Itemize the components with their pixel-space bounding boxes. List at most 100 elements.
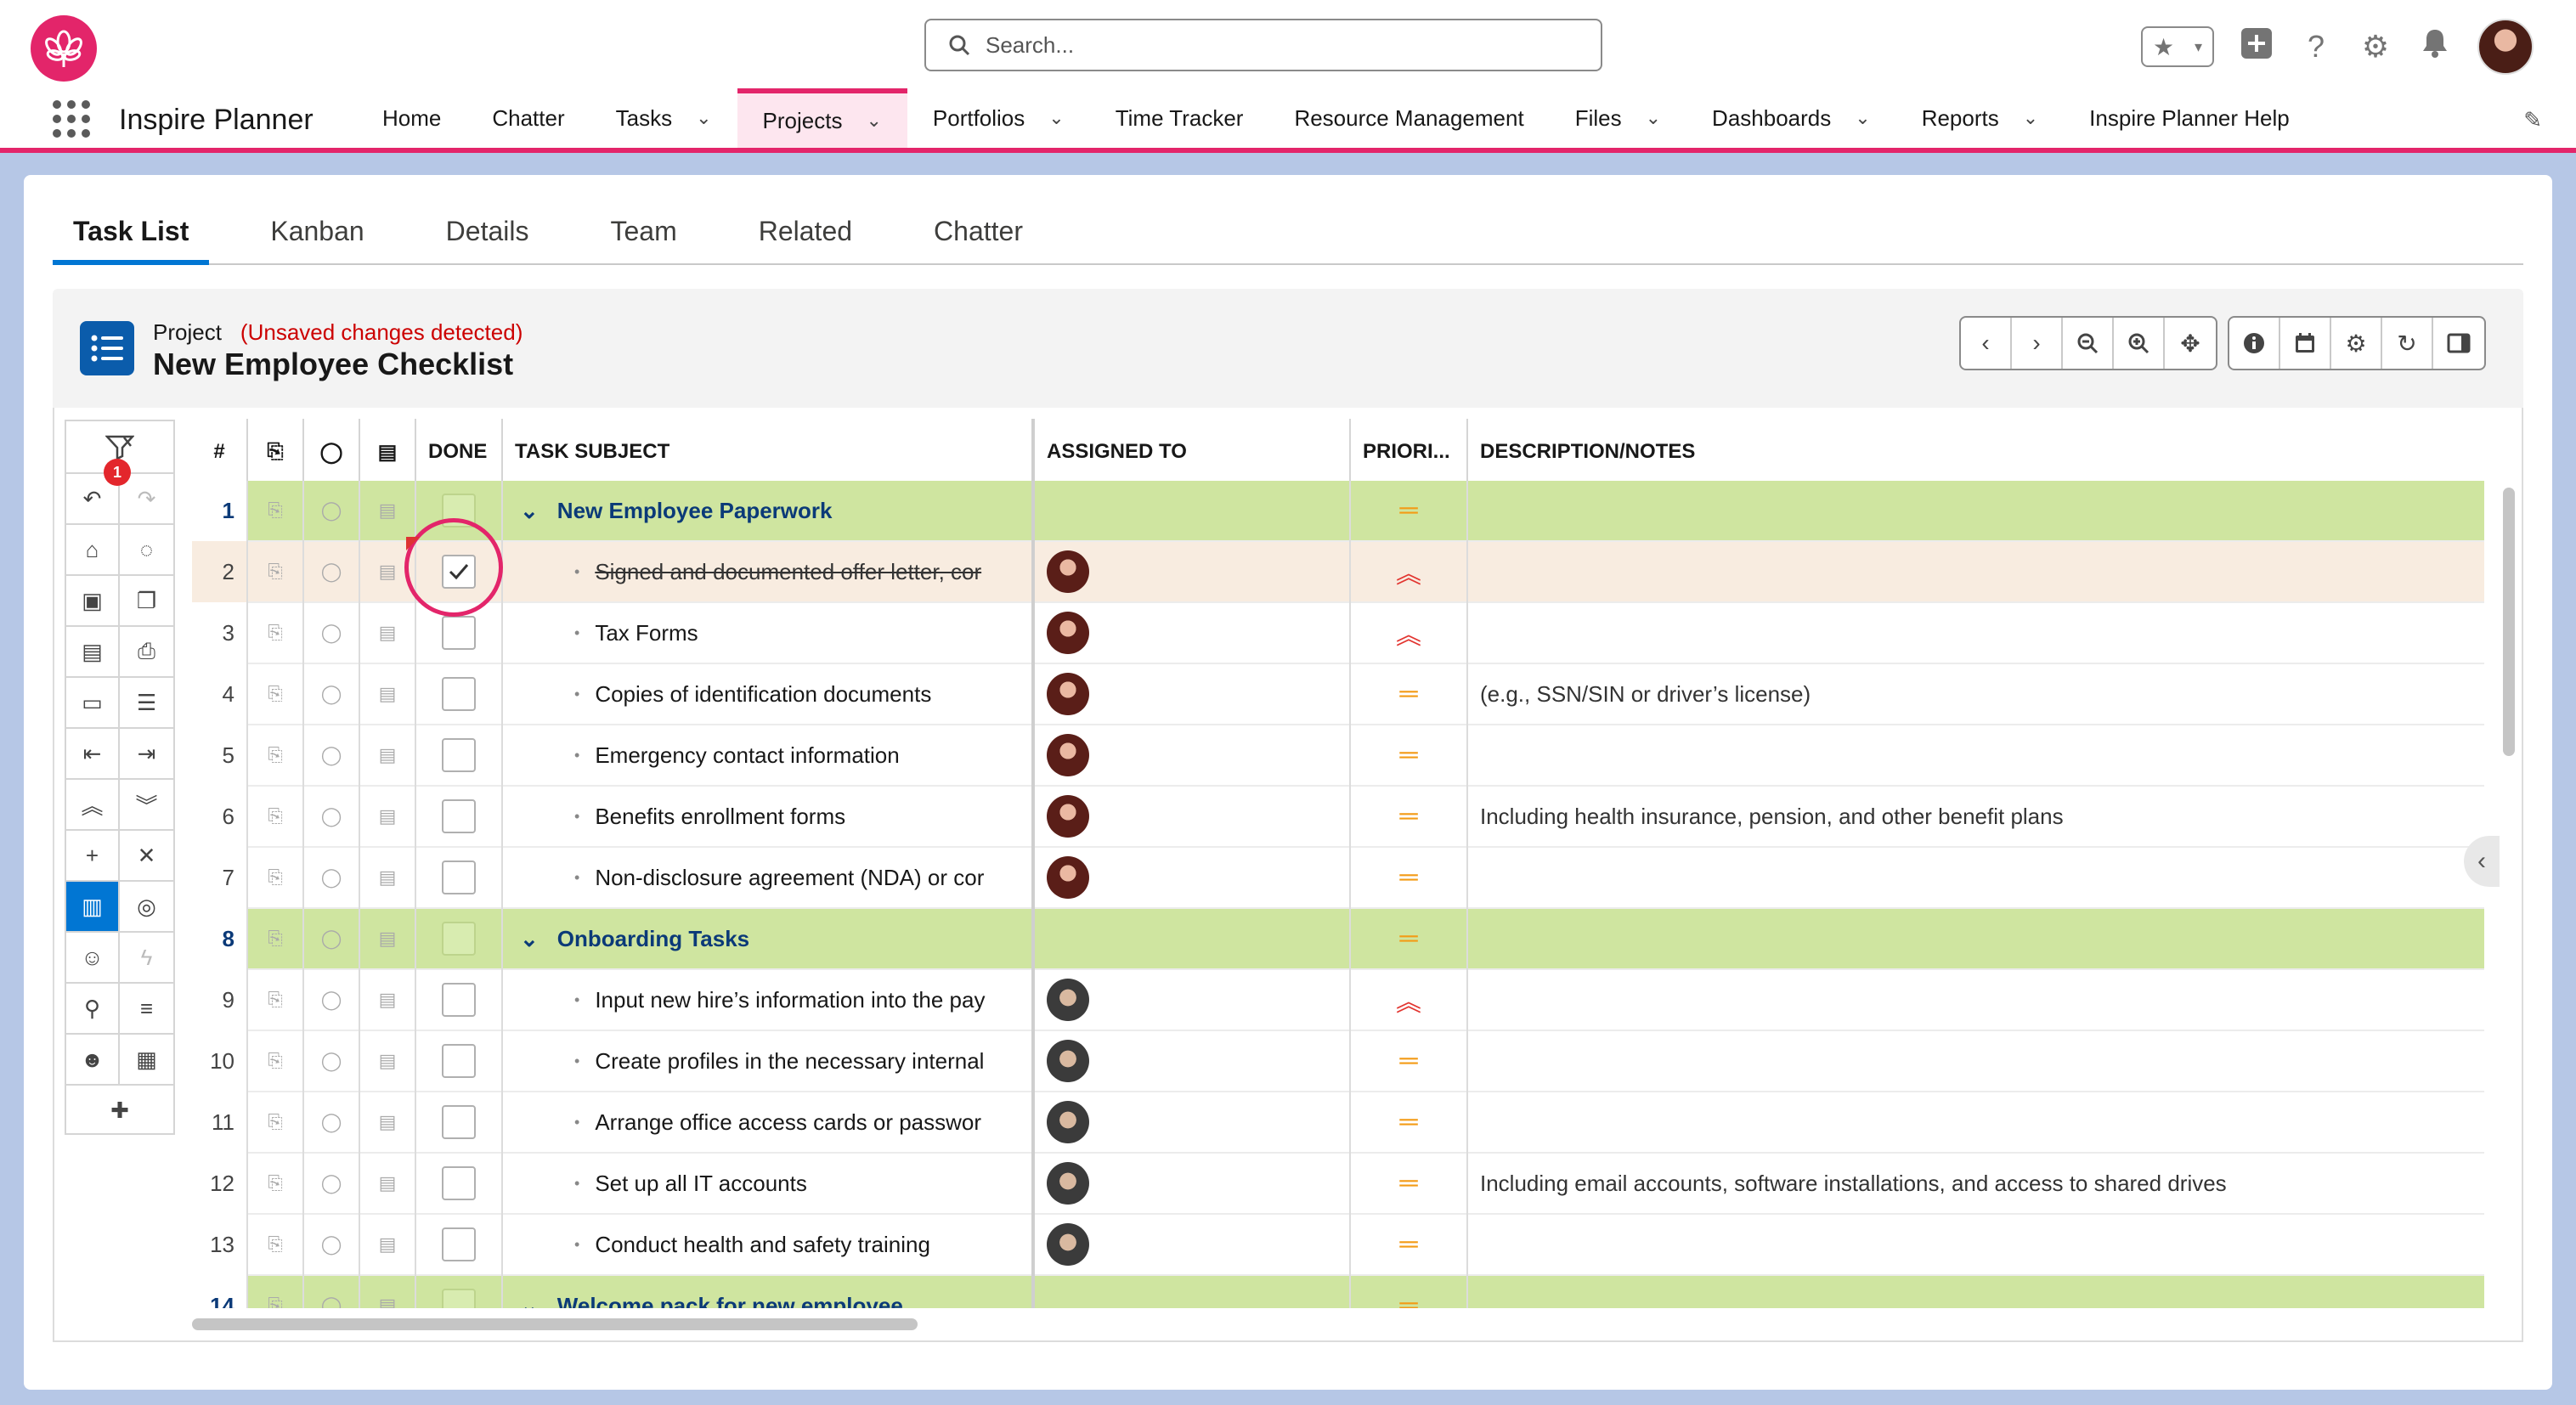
team-icon[interactable]: ☺ bbox=[66, 933, 121, 982]
app-logo[interactable] bbox=[31, 15, 97, 82]
chevron-down-icon[interactable]: ⌄ bbox=[1048, 107, 1064, 129]
task-subject-cell[interactable]: ⌄ Welcome pack for new employee bbox=[503, 1275, 1035, 1308]
comment-icon[interactable]: ◯ bbox=[304, 1275, 360, 1308]
clipboard-icon[interactable]: ▤ bbox=[360, 847, 416, 908]
priority-medium-icon[interactable]: ═ bbox=[1351, 1153, 1468, 1214]
description-cell[interactable] bbox=[1468, 481, 2484, 541]
description-cell[interactable] bbox=[1468, 1092, 2484, 1153]
priority-medium-icon[interactable]: ═ bbox=[1351, 786, 1468, 847]
priority-high-icon[interactable]: ︽ bbox=[1351, 541, 1468, 602]
priority-medium-icon[interactable]: ═ bbox=[1351, 847, 1468, 908]
nav-item-home[interactable]: Home bbox=[357, 88, 466, 148]
clipboard-icon[interactable]: ▤ bbox=[360, 1214, 416, 1275]
clipboard-icon[interactable]: ▤ bbox=[360, 1092, 416, 1153]
tab-task-list[interactable]: Task List bbox=[53, 202, 210, 265]
assignee-avatar[interactable] bbox=[1047, 734, 1089, 776]
done-checkbox[interactable] bbox=[442, 1166, 476, 1200]
clipboard-icon[interactable]: ▤ bbox=[360, 908, 416, 969]
chevron-down-icon[interactable]: ⌄ bbox=[520, 926, 539, 952]
priority-medium-icon[interactable]: ═ bbox=[1351, 908, 1468, 969]
attachment-icon[interactable]: ⎘ bbox=[248, 725, 304, 786]
priority-high-icon[interactable]: ︽ bbox=[1351, 602, 1468, 663]
attachment-icon[interactable]: ⎘ bbox=[248, 663, 304, 725]
assigned-to-cell[interactable] bbox=[1035, 1214, 1351, 1275]
chevron-right-icon[interactable]: › bbox=[2012, 318, 2063, 369]
assigned-to-cell[interactable] bbox=[1035, 541, 1351, 602]
vertical-scrollbar[interactable] bbox=[2503, 488, 2515, 756]
attachment-icon[interactable]: ⎘ bbox=[248, 908, 304, 969]
done-checkbox[interactable] bbox=[442, 922, 476, 956]
chevron-left-icon[interactable]: ‹ bbox=[1961, 318, 2012, 369]
clipboard-icon[interactable]: ▤ bbox=[360, 1030, 416, 1092]
tab-details[interactable]: Details bbox=[426, 202, 550, 265]
task-subject-cell[interactable]: • Copies of identification documents bbox=[503, 663, 1035, 725]
assigned-to-cell[interactable] bbox=[1035, 725, 1351, 786]
priority-medium-icon[interactable]: ═ bbox=[1351, 1092, 1468, 1153]
chevron-down-icon[interactable]: ⌄ bbox=[520, 498, 539, 524]
task-group-row[interactable]: 1 ⎘ ◯ ▤ ⌄ New Employee Paperwork ═ bbox=[192, 481, 2484, 542]
attachment-icon[interactable]: ⎘ bbox=[248, 1153, 304, 1214]
filter-button[interactable]: 1 bbox=[66, 421, 173, 486]
col-description[interactable]: DESCRIPTION/NOTES bbox=[1468, 419, 2484, 485]
attachment-icon[interactable]: ⎘ bbox=[248, 1214, 304, 1275]
attachment-icon[interactable]: ⎘ bbox=[248, 541, 304, 602]
checklist-icon[interactable]: ☰ bbox=[120, 678, 173, 727]
assignee-avatar[interactable] bbox=[1047, 1101, 1089, 1143]
nav-item-portfolios[interactable]: Portfolios ⌄ bbox=[907, 88, 1090, 148]
chevron-down-icon[interactable]: ⌄ bbox=[1855, 107, 1870, 129]
task-row[interactable]: 3 ⎘ ◯ ▤ • Tax Forms ︽ bbox=[192, 602, 2484, 664]
timeline-icon[interactable]: ≡ bbox=[120, 984, 173, 1033]
nav-item-help[interactable]: Inspire Planner Help bbox=[2064, 88, 2315, 148]
description-cell[interactable] bbox=[1468, 969, 2484, 1030]
collapse-all-icon[interactable]: ︽ bbox=[66, 780, 121, 829]
description-cell[interactable] bbox=[1468, 725, 2484, 786]
description-cell[interactable] bbox=[1468, 541, 2484, 602]
description-cell[interactable]: Including email accounts, software insta… bbox=[1468, 1153, 2484, 1214]
done-checkbox[interactable] bbox=[442, 738, 476, 772]
assignee-avatar[interactable] bbox=[1047, 612, 1089, 654]
copy-icon[interactable]: ❐ bbox=[120, 576, 173, 625]
add-row-icon[interactable]: + bbox=[66, 831, 121, 880]
done-checkbox[interactable] bbox=[442, 983, 476, 1017]
redo-icon[interactable]: ↷ bbox=[120, 474, 173, 523]
help-icon[interactable]: ? bbox=[2299, 29, 2333, 65]
assignee-avatar[interactable] bbox=[1047, 550, 1089, 593]
task-subject-cell[interactable]: • Emergency contact information bbox=[503, 725, 1035, 786]
task-subject-cell[interactable]: • Arrange office access cards or passwor bbox=[503, 1092, 1035, 1153]
assigned-to-cell[interactable] bbox=[1035, 969, 1351, 1030]
assignee-avatar[interactable] bbox=[1047, 979, 1089, 1021]
nav-item-files[interactable]: Files ⌄ bbox=[1550, 88, 1686, 148]
description-cell[interactable] bbox=[1468, 1214, 2484, 1275]
comment-icon[interactable]: ◯ bbox=[304, 1092, 360, 1153]
assignee-avatar[interactable] bbox=[1047, 1040, 1089, 1082]
move-icon[interactable]: ✥ bbox=[2165, 318, 2216, 369]
done-checkbox[interactable] bbox=[442, 1227, 476, 1261]
task-row[interactable]: 13 ⎘ ◯ ▤ • Conduct health and safety training… bbox=[192, 1214, 2484, 1276]
task-subject-cell[interactable]: • Signed and documented offer letter, cor bbox=[503, 541, 1035, 602]
comment-icon[interactable]: ◯ bbox=[304, 541, 360, 602]
attachment-icon[interactable]: ⎘ bbox=[248, 786, 304, 847]
task-group-row[interactable]: 14 ⎘ ◯ ▤ ⌄ Welcome pack for new employee ═ bbox=[192, 1275, 2484, 1308]
zoom-in-icon[interactable] bbox=[2114, 318, 2165, 369]
priority-medium-icon[interactable]: ═ bbox=[1351, 1275, 1468, 1308]
task-subject-cell[interactable]: • Benefits enrollment forms bbox=[503, 786, 1035, 847]
info-icon[interactable] bbox=[2229, 318, 2280, 369]
global-search-input[interactable]: Search... bbox=[924, 19, 1602, 71]
print-icon[interactable]: ⎙ bbox=[120, 627, 173, 676]
attachment-icon[interactable]: ⎘ bbox=[248, 847, 304, 908]
assigned-to-cell[interactable] bbox=[1035, 1030, 1351, 1092]
export-excel-icon[interactable]: ▤ bbox=[66, 627, 121, 676]
assigned-to-cell[interactable] bbox=[1035, 663, 1351, 725]
nav-item-tasks[interactable]: Tasks ⌄ bbox=[590, 88, 737, 148]
tab-related[interactable]: Related bbox=[738, 202, 873, 265]
expand-all-icon[interactable]: ︾ bbox=[120, 780, 173, 829]
assigned-to-cell[interactable] bbox=[1035, 602, 1351, 663]
home-icon[interactable]: ⌂ bbox=[66, 525, 121, 574]
col-done[interactable]: DONE bbox=[416, 419, 503, 485]
nav-item-reports[interactable]: Reports ⌄ bbox=[1896, 88, 2064, 148]
description-cell[interactable]: (e.g., SSN/SIN or driver’s license) bbox=[1468, 663, 2484, 725]
indent-icon[interactable]: ⇥ bbox=[120, 729, 173, 778]
task-subject-cell[interactable]: • Input new hire’s information into the p… bbox=[503, 969, 1035, 1030]
task-row[interactable]: 6 ⎘ ◯ ▤ • Benefits enrollment forms ═ Including… bbox=[192, 786, 2484, 848]
task-row[interactable]: 7 ⎘ ◯ ▤ • Non-disclosure agreement (NDA) or c… bbox=[192, 847, 2484, 909]
